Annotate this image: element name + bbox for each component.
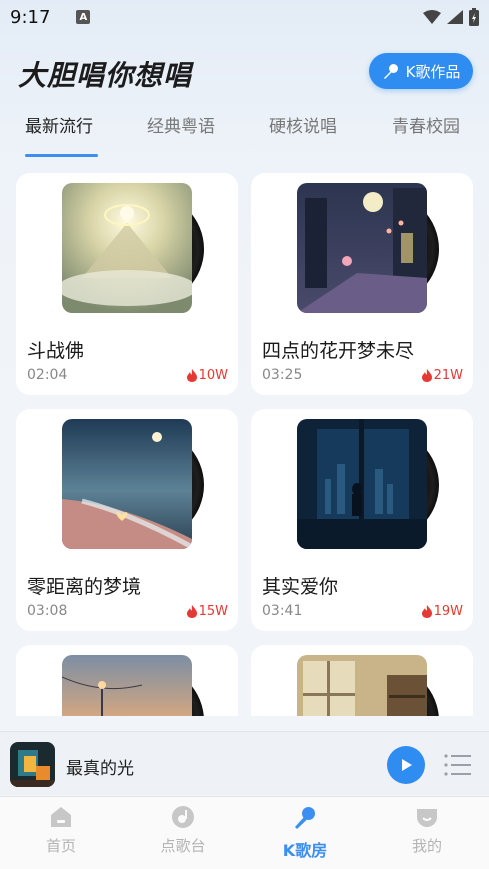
- song-duration: 03:25: [262, 367, 303, 383]
- now-playing-cover: [10, 742, 55, 787]
- battery-icon: [469, 8, 479, 26]
- status-icons: [423, 8, 479, 26]
- mini-player[interactable]: 最真的光: [0, 731, 489, 795]
- heat-count: 19W: [433, 604, 463, 619]
- status-time: 9:17: [10, 6, 51, 28]
- fire-icon: [421, 369, 432, 382]
- song-cover: [62, 655, 204, 716]
- song-cover: [297, 419, 439, 549]
- works-button-label: K歌作品: [405, 62, 461, 81]
- notification-icon: A: [76, 10, 91, 24]
- song-duration: 03:41: [262, 603, 303, 619]
- play-button[interactable]: [387, 746, 425, 784]
- tab-classic-cantonese[interactable]: 经典粤语: [147, 112, 215, 137]
- song-card[interactable]: 斗战佛 02:04 10W: [16, 173, 238, 395]
- song-heat: 15W: [186, 604, 228, 619]
- tab-youth-campus[interactable]: 青春校园: [392, 112, 460, 137]
- app-title: 大胆唱你想唱: [18, 59, 193, 92]
- song-card[interactable]: [16, 645, 238, 716]
- signal-icon: [447, 10, 463, 24]
- song-card[interactable]: 其实爱你 03:41 19W: [251, 409, 473, 631]
- song-duration: 02:04: [27, 367, 68, 383]
- tab-latest-popular[interactable]: 最新流行: [25, 112, 93, 137]
- nav-song-request-label: 点歌台: [160, 837, 206, 855]
- k-song-works-button[interactable]: K歌作品: [369, 53, 473, 89]
- song-cover: [62, 183, 204, 313]
- active-tab-indicator: [25, 154, 98, 157]
- cover-art-image: [297, 655, 427, 716]
- song-title: 其实爱你: [262, 576, 339, 598]
- song-heat: 19W: [421, 604, 463, 619]
- song-heat: 10W: [186, 368, 228, 383]
- song-card[interactable]: [251, 645, 473, 716]
- song-duration: 03:08: [27, 603, 68, 619]
- microphone-icon: [383, 64, 398, 79]
- song-cover: [62, 419, 204, 549]
- playlist-icon: [444, 754, 471, 776]
- song-grid: 斗战佛 02:04 10W 四点的花开梦未尽 03:25 21W 零距离的梦境 …: [0, 172, 489, 716]
- header: 大胆唱你想唱 K歌作品: [0, 48, 489, 98]
- song-title: 零距离的梦境: [27, 576, 142, 598]
- nav-profile-label: 我的: [411, 837, 442, 855]
- heat-count: 21W: [433, 368, 463, 383]
- song-card[interactable]: 零距离的梦境 03:08 15W: [16, 409, 238, 631]
- song-title: 四点的花开梦未尽: [262, 340, 415, 362]
- fire-icon: [186, 605, 197, 618]
- nav-profile[interactable]: 我的: [387, 805, 467, 856]
- category-tabs: 最新流行 经典粤语 硬核说唱 青春校园: [0, 112, 489, 158]
- nav-home[interactable]: 首页: [21, 805, 101, 856]
- cover-art-image: [62, 419, 192, 549]
- heat-count: 10W: [198, 368, 228, 383]
- profile-icon: [417, 809, 437, 827]
- cover-art-image: [62, 183, 192, 313]
- fire-icon: [186, 369, 197, 382]
- wifi-icon: [423, 10, 441, 24]
- tab-hardcore-rap[interactable]: 硬核说唱: [269, 112, 337, 137]
- cover-art-image: [297, 183, 427, 313]
- music-disc-icon: [172, 806, 194, 828]
- playlist-button[interactable]: [444, 752, 472, 778]
- cover-art-image: [297, 419, 427, 549]
- song-cover: [297, 183, 439, 313]
- fire-icon: [421, 605, 432, 618]
- play-icon: [402, 759, 412, 771]
- song-title: 斗战佛: [27, 340, 85, 362]
- status-bar: 9:17 A: [0, 0, 489, 34]
- now-playing-title: 最真的光: [66, 759, 134, 779]
- song-heat: 21W: [421, 368, 463, 383]
- nav-k-song-room-label: K歌房: [282, 841, 328, 860]
- nav-song-request[interactable]: 点歌台: [143, 805, 223, 856]
- song-cover: [297, 655, 439, 716]
- song-card[interactable]: 四点的花开梦未尽 03:25 21W: [251, 173, 473, 395]
- nav-k-song-room[interactable]: K歌房: [265, 805, 345, 861]
- microphone-icon: [295, 807, 315, 829]
- heat-count: 15W: [198, 604, 228, 619]
- nav-home-label: 首页: [45, 837, 76, 855]
- home-icon: [51, 807, 71, 827]
- cover-art-image: [62, 655, 192, 716]
- bottom-navigation: 首页 点歌台 K歌房 我的: [0, 796, 489, 869]
